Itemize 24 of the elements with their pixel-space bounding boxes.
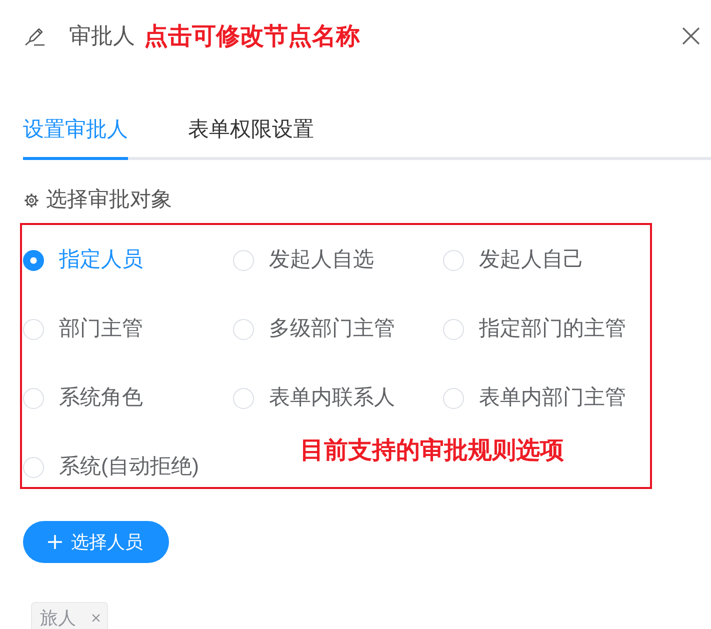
- gear-icon: [24, 192, 39, 208]
- annotation-text: 点击可修改节点名称: [144, 22, 360, 50]
- radio-icon[interactable]: [23, 250, 44, 270]
- section-label: 选择审批对象: [46, 187, 172, 213]
- tag-label: 旅人: [40, 607, 76, 629]
- close-icon[interactable]: [92, 614, 100, 622]
- radio-option[interactable]: 指定部门的主管: [443, 309, 650, 349]
- radio-option[interactable]: 部门主管: [23, 309, 233, 349]
- radio-option[interactable]: 指定人员: [23, 240, 233, 280]
- radio-option[interactable]: 系统(自动拒绝): [23, 447, 233, 487]
- annotation-text: 目前支持的审批规则选项: [300, 436, 564, 465]
- radio-option[interactable]: 发起人自选: [233, 240, 443, 280]
- radio-option[interactable]: 系统角色: [23, 378, 233, 418]
- select-people-button[interactable]: 选择人员: [23, 521, 169, 563]
- node-title[interactable]: 审批人: [69, 22, 135, 50]
- close-icon[interactable]: [682, 27, 700, 45]
- plus-icon: [48, 535, 62, 549]
- radio-option[interactable]: 表单内联系人: [233, 378, 443, 418]
- radio-option[interactable]: 多级部门主管: [233, 309, 443, 349]
- tab[interactable]: 表单权限设置: [188, 115, 314, 160]
- pencil-icon[interactable]: [25, 26, 45, 46]
- radio-option[interactable]: 发起人自己: [443, 240, 650, 280]
- radio-option[interactable]: 表单内部门主管: [443, 378, 650, 418]
- tab[interactable]: 设置审批人: [23, 115, 128, 160]
